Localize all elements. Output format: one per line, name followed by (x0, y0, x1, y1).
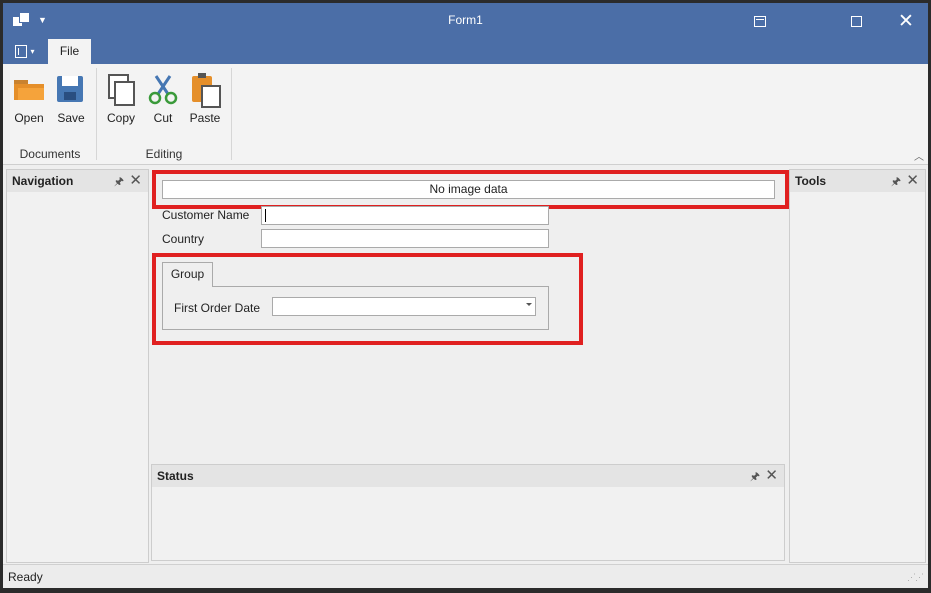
ribbon-display-icon (754, 15, 766, 27)
pin-icon[interactable]: 🖈 (891, 173, 901, 192)
save-icon (54, 72, 88, 106)
navigation-panel: Navigation 🖈 ✕ (6, 169, 149, 563)
collapse-ribbon-icon[interactable]: ︿ (914, 148, 924, 163)
group-label-documents: Documents (19, 147, 81, 161)
folder-open-icon (12, 72, 46, 106)
cut-button[interactable]: Cut (143, 72, 183, 130)
ribbon: Open Save Documents Copy Cut Paste Editi… (3, 64, 928, 165)
paste-label: Paste (189, 111, 221, 125)
highlight-picture (152, 170, 789, 209)
navigation-panel-header: Navigation 🖈 ✕ (7, 170, 148, 192)
save-button[interactable]: Save (51, 72, 91, 130)
customer-name-input[interactable] (261, 206, 549, 225)
close-icon[interactable]: ✕ (129, 171, 142, 189)
tab-file[interactable]: File (48, 39, 91, 64)
paste-button[interactable]: Paste (185, 72, 225, 130)
chevron-down-icon: ▾ (30, 47, 35, 56)
text-caret (265, 209, 266, 222)
main-window: ▼ Form1 ✕ ▾ File Open Save Documents Cop… (3, 3, 928, 588)
tools-panel-title: Tools (795, 174, 827, 188)
maximize-button[interactable] (833, 3, 879, 39)
status-panel: Status 🖈 ✕ (151, 464, 785, 561)
navigation-panel-title: Navigation (12, 174, 74, 188)
resize-grip-icon[interactable]: ⋰⋰ (907, 572, 924, 583)
app-menu-icon (15, 45, 28, 58)
status-panel-title: Status (157, 469, 194, 483)
status-bar: Ready ⋰⋰ (3, 564, 928, 588)
cut-label: Cut (153, 111, 173, 125)
status-panel-header: Status 🖈 ✕ (152, 465, 784, 487)
group-separator (96, 68, 97, 160)
open-button[interactable]: Open (9, 72, 49, 130)
window-title: Form1 (448, 13, 483, 27)
open-label: Open (14, 111, 44, 125)
ribbon-tab-strip: ▾ File (3, 39, 928, 64)
customer-name-label: Customer Name (162, 208, 250, 222)
copy-button[interactable]: Copy (101, 72, 141, 130)
tools-panel-header: Tools 🖈 ✕ (790, 170, 925, 192)
close-icon: ✕ (898, 10, 914, 32)
copy-label: Copy (106, 111, 135, 125)
pin-icon[interactable]: 🖈 (750, 468, 760, 487)
restore-ribbon-button[interactable] (737, 3, 783, 39)
country-input[interactable] (261, 229, 549, 248)
close-icon[interactable]: ✕ (906, 171, 919, 189)
application-menu-button[interactable]: ▾ (5, 39, 45, 64)
group-label-editing: Editing (145, 147, 183, 161)
maximize-icon (850, 15, 862, 27)
close-window-button[interactable]: ✕ (883, 3, 928, 39)
tools-panel: Tools 🖈 ✕ (789, 169, 926, 563)
close-icon[interactable]: ✕ (765, 466, 778, 484)
scissors-icon (146, 72, 180, 106)
title-bar: ▼ Form1 ✕ (3, 3, 928, 39)
paste-icon (188, 72, 222, 108)
copy-icon (104, 72, 138, 106)
group-tab[interactable]: Group (162, 262, 213, 287)
pin-icon[interactable]: 🖈 (114, 173, 124, 192)
group-separator (231, 68, 232, 160)
status-text: Ready (8, 570, 43, 584)
highlight-group (152, 253, 583, 345)
country-label: Country (162, 232, 205, 246)
save-label: Save (57, 111, 85, 125)
